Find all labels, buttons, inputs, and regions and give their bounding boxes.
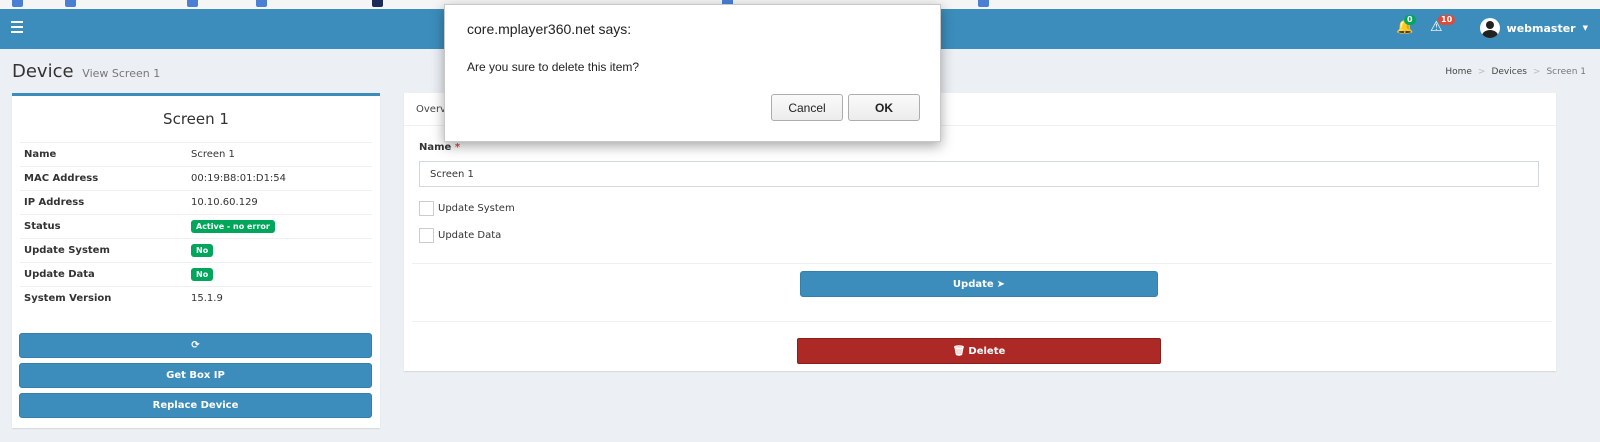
- info-key: MAC Address: [24, 173, 99, 184]
- device-name-heading: Screen 1: [163, 110, 229, 128]
- update-button-label: Update: [952, 278, 994, 290]
- delete-button-label: Delete: [968, 345, 1006, 357]
- name-label-text: Name: [419, 142, 452, 153]
- avatar: [1479, 18, 1500, 38]
- info-row-name: Name Screen 1: [20, 142, 372, 166]
- update-system-badge: No: [191, 244, 214, 257]
- get-box-ip-button[interactable]: Get Box IP: [19, 363, 372, 388]
- user-menu[interactable]: webmaster ▼: [1479, 18, 1588, 38]
- alerts-button[interactable]: ⚠ 10: [1430, 15, 1456, 35]
- name-input[interactable]: [419, 161, 1539, 187]
- update-system-checkbox[interactable]: [419, 201, 434, 216]
- breadcrumb-home[interactable]: Home: [1445, 67, 1472, 77]
- divider: [412, 263, 1552, 264]
- update-data-badge: No: [191, 268, 214, 281]
- info-row-system-version: System Version 15.1.9: [20, 286, 372, 310]
- bookmark-icon[interactable]: [978, 0, 989, 7]
- info-value: 00:19:B8:01:D1:54: [191, 173, 287, 184]
- notifications-button[interactable]: 🔔 0: [1396, 15, 1416, 35]
- refresh-button[interactable]: ⟳: [19, 333, 372, 358]
- update-button[interactable]: Update ➤: [800, 271, 1158, 297]
- info-value: 10.10.60.129: [191, 197, 258, 208]
- info-key: Name: [24, 149, 57, 160]
- page-subtitle: View Screen 1: [82, 67, 161, 80]
- page-title: Device View Screen 1: [12, 61, 160, 82]
- info-row-update-data: Update Data No: [20, 262, 372, 286]
- device-info-panel: Screen 1 Name Screen 1 MAC Address 00:19…: [12, 93, 380, 428]
- menu-toggle-icon[interactable]: [11, 21, 23, 33]
- breadcrumb-current: Screen 1: [1546, 67, 1586, 77]
- ok-button[interactable]: OK: [848, 94, 920, 121]
- info-key: Update Data: [24, 269, 95, 280]
- info-key: Update System: [24, 245, 110, 256]
- alerts-badge: 10: [1438, 15, 1456, 25]
- update-data-label: Update Data: [438, 230, 502, 241]
- page-title-text: Device: [12, 61, 74, 82]
- info-key: Status: [24, 221, 61, 232]
- bookmark-icon[interactable]: [187, 0, 198, 7]
- dialog-message: Are you sure to delete this item?: [467, 60, 640, 74]
- bookmark-icon[interactable]: [372, 0, 383, 7]
- info-value: Screen 1: [191, 149, 235, 160]
- bookmark-icon[interactable]: [12, 0, 23, 7]
- refresh-icon: ⟳: [191, 340, 200, 351]
- username: webmaster: [1506, 21, 1576, 35]
- notifications-badge: 0: [1404, 15, 1416, 25]
- bookmark-icon[interactable]: [65, 0, 76, 7]
- required-mark: *: [454, 142, 461, 153]
- replace-device-button[interactable]: Replace Device: [19, 393, 372, 418]
- info-key: System Version: [24, 293, 112, 304]
- info-row-update-system: Update System No: [20, 238, 372, 262]
- breadcrumb-devices[interactable]: Devices: [1491, 67, 1526, 77]
- info-key: IP Address: [24, 197, 85, 208]
- breadcrumb-separator: >: [1532, 67, 1541, 77]
- status-badge: Active - no error: [191, 220, 275, 233]
- delete-button[interactable]: 🗑 Delete: [797, 338, 1161, 364]
- caret-down-icon: ▼: [1582, 24, 1588, 32]
- trash-icon: 🗑: [952, 345, 966, 357]
- confirm-dialog: core.mplayer360.net says: Are you sure t…: [444, 4, 941, 142]
- info-row-status: Status Active - no error: [20, 214, 372, 238]
- update-system-label: Update System: [438, 203, 515, 214]
- device-info-table: Name Screen 1 MAC Address 00:19:B8:01:D1…: [20, 142, 372, 310]
- breadcrumb: Home > Devices > Screen 1: [1445, 67, 1586, 77]
- info-row-ip: IP Address 10.10.60.129: [20, 190, 372, 214]
- dialog-title: core.mplayer360.net says:: [467, 21, 632, 37]
- cancel-button[interactable]: Cancel: [771, 94, 843, 121]
- breadcrumb-separator: >: [1477, 67, 1486, 77]
- bookmark-icon[interactable]: [256, 0, 267, 7]
- arrow-circle-right-icon: ➤: [996, 278, 1006, 290]
- update-data-checkbox[interactable]: [419, 228, 434, 243]
- name-label: Name *: [419, 142, 460, 153]
- update-data-checkbox-row: Update Data: [419, 228, 501, 243]
- info-row-mac: MAC Address 00:19:B8:01:D1:54: [20, 166, 372, 190]
- update-system-checkbox-row: Update System: [419, 201, 515, 216]
- info-value: 15.1.9: [191, 293, 223, 304]
- divider: [412, 321, 1552, 322]
